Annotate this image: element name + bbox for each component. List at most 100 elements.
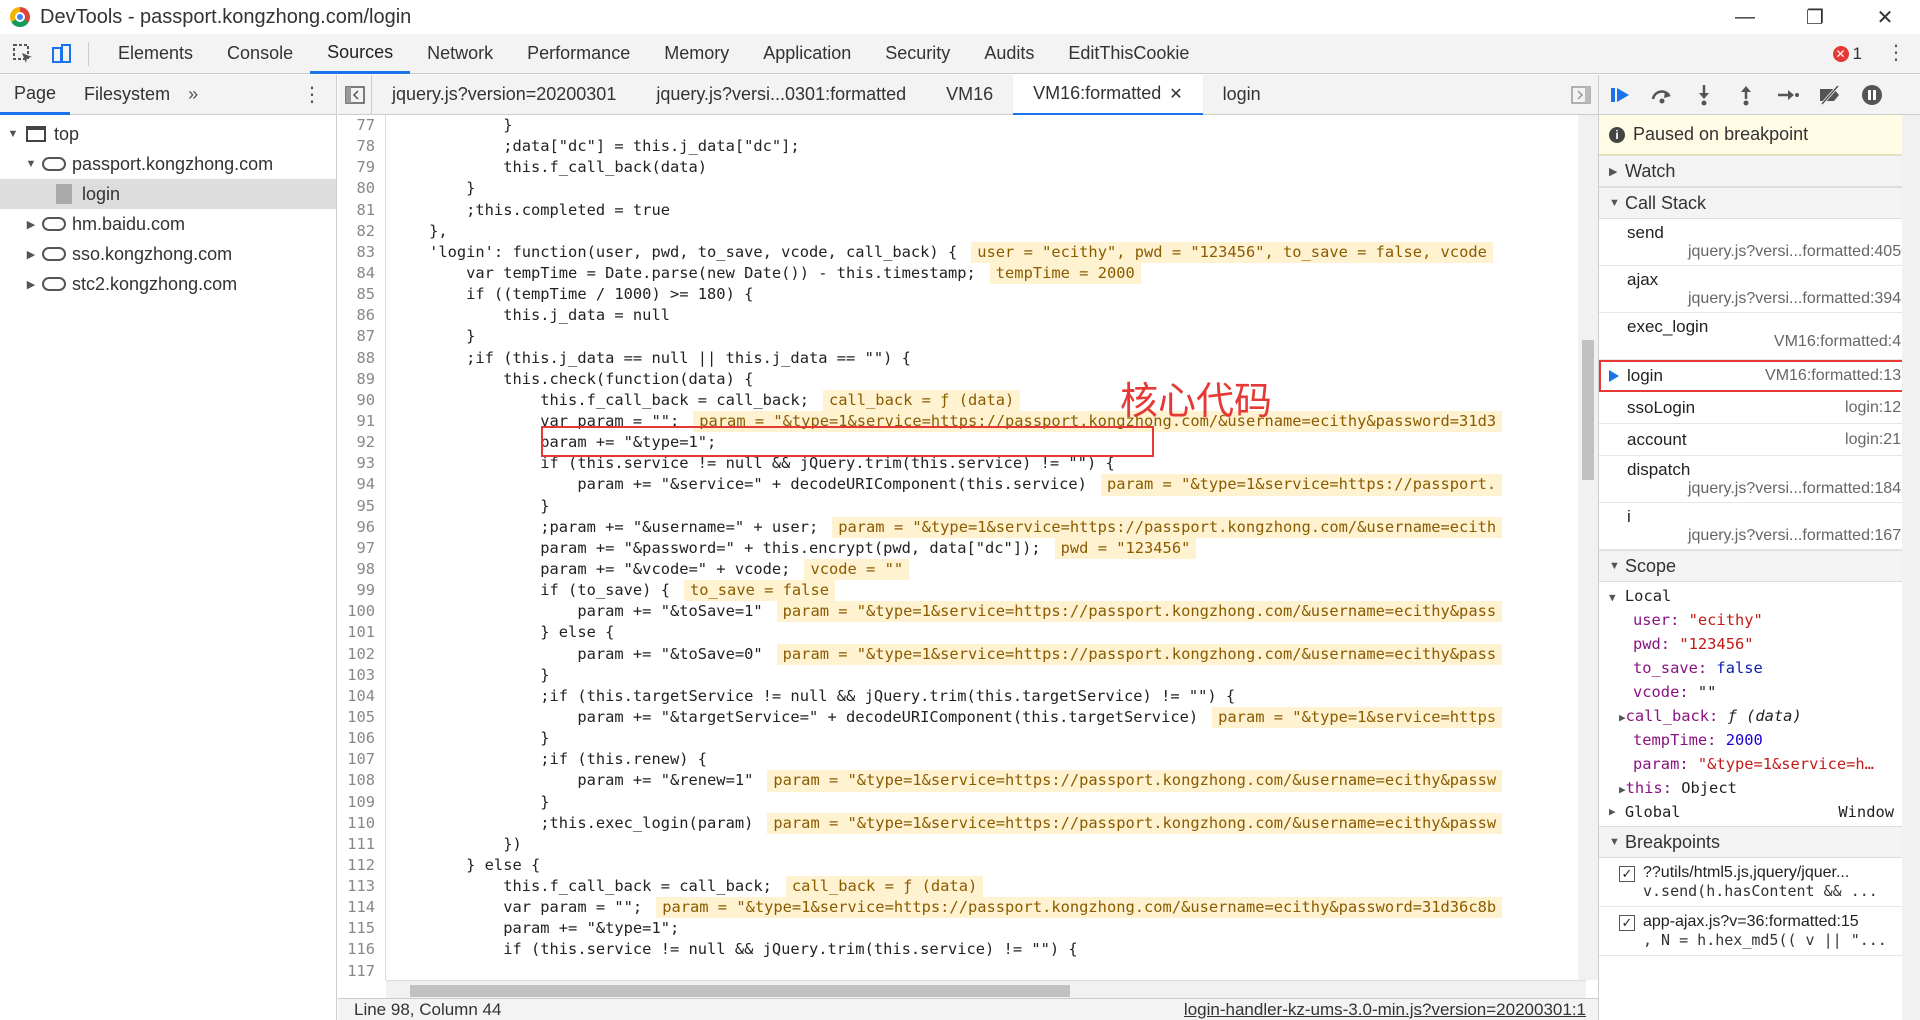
line-number[interactable]: 111 [338, 833, 386, 855]
tree-item-top[interactable]: ▼ top [0, 119, 336, 149]
editor-tab-active[interactable]: VM16:formatted ✕ [1013, 74, 1203, 115]
code-line[interactable]: 100 param += "&toSave=1" param = "&type=1… [338, 601, 1598, 623]
line-number[interactable]: 89 [338, 368, 386, 390]
tab-performance[interactable]: Performance [510, 34, 647, 74]
code-line[interactable]: 116 if (this.service != null && jQuery.t… [338, 939, 1598, 961]
tab-console[interactable]: Console [210, 34, 310, 74]
code-line[interactable]: 96 ;param += "&username=" + user; param =… [338, 516, 1598, 538]
line-number[interactable]: 110 [338, 812, 386, 834]
scope-var[interactable]: ▶call_back: ƒ (data) [1599, 704, 1920, 728]
close-icon[interactable]: ✕ [1850, 0, 1920, 34]
scope-var[interactable]: user: "ecithy" [1599, 608, 1920, 632]
code-line[interactable]: 89 this.check(function(data) { [338, 368, 1598, 390]
line-number[interactable]: 83 [338, 241, 386, 263]
toggle-navigator-icon[interactable] [338, 74, 372, 115]
line-number[interactable]: 117 [338, 960, 386, 980]
line-number[interactable]: 88 [338, 347, 386, 369]
code-line[interactable]: 109 } [338, 791, 1598, 813]
editor-tab[interactable]: VM16 [926, 75, 1013, 115]
line-number[interactable]: 96 [338, 516, 386, 538]
more-options-icon[interactable]: ⋮ [1886, 40, 1906, 65]
line-number[interactable]: 109 [338, 791, 386, 813]
code-line[interactable]: 117 [338, 960, 1598, 980]
vertical-scrollbar[interactable] [1578, 115, 1598, 980]
call-frame[interactable]: ajax jquery.js?versi...formatted:3948 [1599, 266, 1920, 313]
code-line[interactable]: 112 } else { [338, 854, 1598, 877]
line-number[interactable]: 112 [338, 854, 386, 877]
call-frame-current[interactable]: login VM16:formatted:133 [1599, 360, 1920, 392]
tab-security[interactable]: Security [868, 34, 967, 74]
breakpoint-checkbox[interactable]: ✓ [1619, 866, 1635, 882]
resume-icon[interactable] [1599, 75, 1641, 115]
step-icon[interactable] [1767, 75, 1809, 115]
code-line[interactable]: 78 ;data["dc"] = this.j_data["dc"]; [338, 136, 1598, 158]
code-line[interactable]: 98 param += "&vcode=" + vcode; vcode = "" [338, 558, 1598, 581]
scope-var[interactable]: pwd: "123456" [1599, 632, 1920, 656]
navigator-menu-icon[interactable]: ⋮ [302, 82, 322, 107]
tree-item-passport[interactable]: ▼ passport.kongzhong.com [0, 149, 336, 179]
code-line[interactable]: 113 this.f_call_back = call_back; call_ba… [338, 876, 1598, 898]
code-line[interactable]: 101 } else { [338, 622, 1598, 644]
line-number[interactable]: 91 [338, 410, 386, 433]
tab-audits[interactable]: Audits [967, 34, 1051, 74]
call-frame[interactable]: send jquery.js?versi...formatted:4050 [1599, 219, 1920, 266]
line-number[interactable]: 108 [338, 770, 386, 792]
line-number[interactable]: 92 [338, 432, 386, 454]
code-line[interactable]: 83 'login': function(user, pwd, to_save,… [338, 241, 1598, 263]
tab-page[interactable]: Page [0, 75, 71, 115]
tab-memory[interactable]: Memory [647, 34, 746, 74]
code-line[interactable]: 103 } [338, 664, 1598, 686]
breakpoint-item[interactable]: ✓ ??utils/html5.js,jquery/jquer... v.sen… [1599, 858, 1920, 907]
close-tab-icon[interactable]: ✕ [1169, 84, 1182, 104]
scope-var[interactable]: param: "&type=1&service=h… [1599, 752, 1920, 776]
line-number[interactable]: 102 [338, 643, 386, 665]
deactivate-breakpoints-icon[interactable] [1809, 75, 1851, 115]
line-number[interactable]: 85 [338, 284, 386, 306]
code-line[interactable]: 111 }) [338, 833, 1598, 855]
code-line[interactable]: 97 param += "&password=" + this.encrypt(… [338, 537, 1598, 559]
editor-tab[interactable]: jquery.js?versi...0301:formatted [636, 75, 926, 115]
call-frame[interactable]: i jquery.js?versi...formatted:1672 [1599, 503, 1920, 550]
code-line[interactable]: 87 } [338, 326, 1598, 348]
line-number[interactable]: 80 [338, 178, 386, 200]
line-number[interactable]: 93 [338, 453, 386, 475]
line-number[interactable]: 77 [338, 115, 386, 137]
code-line[interactable]: 105 param += "&targetService=" + decodeU… [338, 706, 1598, 729]
toggle-debugger-icon[interactable] [1564, 85, 1598, 104]
code-view[interactable]: 77 } 78 ;data["dc"] = this.j_data["dc"]; 7… [338, 115, 1598, 980]
breakpoint-checkbox[interactable]: ✓ [1619, 915, 1635, 931]
line-number[interactable]: 114 [338, 897, 386, 919]
editor-tab[interactable]: jquery.js?version=20200301 [372, 75, 636, 115]
pause-on-exceptions-icon[interactable] [1851, 75, 1893, 115]
tab-elements[interactable]: Elements [101, 34, 210, 74]
line-number[interactable]: 104 [338, 685, 386, 707]
code-line[interactable]: 108 param += "&renew=1" param = "&type=1&… [338, 770, 1598, 792]
inspect-element-icon[interactable] [8, 39, 38, 69]
code-line[interactable]: 90 this.f_call_back = call_back; call_bac… [338, 389, 1598, 411]
section-breakpoints[interactable]: ▼ Breakpoints [1599, 826, 1920, 858]
tab-network[interactable]: Network [410, 34, 510, 74]
line-number[interactable]: 97 [338, 537, 386, 559]
line-number[interactable]: 86 [338, 305, 386, 327]
error-counter[interactable]: ✕ 1 [1832, 44, 1862, 64]
restore-icon[interactable]: ❐ [1780, 0, 1850, 34]
code-line[interactable]: 110 ;this.exec_login(param) param = "&typ… [338, 812, 1598, 834]
line-number[interactable]: 94 [338, 474, 386, 496]
line-number[interactable]: 87 [338, 326, 386, 348]
call-frame[interactable]: dispatch jquery.js?versi...formatted:1842 [1599, 456, 1920, 503]
line-number[interactable]: 116 [338, 939, 386, 961]
scope-var[interactable]: tempTime: 2000 [1599, 728, 1920, 752]
code-line[interactable]: 107 ;if (this.renew) { [338, 749, 1598, 771]
line-number[interactable]: 81 [338, 199, 386, 221]
line-number[interactable]: 99 [338, 580, 386, 602]
scope-var[interactable]: ▶this: Object [1599, 776, 1920, 800]
device-toolbar-icon[interactable] [46, 39, 76, 69]
scope-var[interactable]: to_save: false [1599, 656, 1920, 680]
line-number[interactable]: 95 [338, 495, 386, 517]
line-number[interactable]: 82 [338, 220, 386, 242]
line-number[interactable]: 98 [338, 558, 386, 581]
section-callstack[interactable]: ▼ Call Stack [1599, 187, 1920, 219]
more-tabs-icon[interactable]: » [188, 84, 198, 105]
code-line[interactable]: 86 this.j_data = null [338, 305, 1598, 327]
line-number[interactable]: 115 [338, 918, 386, 940]
